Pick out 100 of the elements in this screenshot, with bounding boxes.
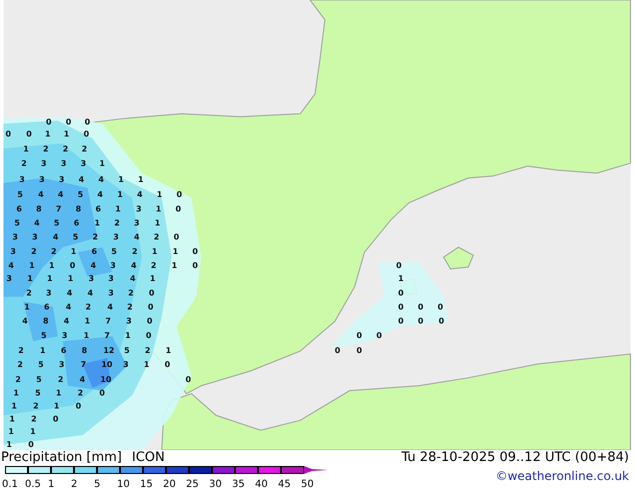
scale-label: 25: [186, 479, 199, 490]
precipitation-value: 7: [56, 204, 62, 214]
precipitation-value: 2: [31, 247, 37, 256]
precipitation-value: 2: [127, 302, 133, 312]
precipitation-value: 8: [36, 204, 42, 214]
precipitation-value: 1: [156, 204, 162, 214]
precipitation-value: 4: [64, 316, 70, 326]
precipitation-value: 8: [82, 346, 88, 356]
precipitation-value: 4: [8, 261, 14, 270]
precipitation-value: 3: [134, 218, 140, 228]
precipitation-value: 1: [64, 129, 70, 138]
precipitation-value: 0: [148, 288, 154, 298]
precipitation-value: 1: [150, 274, 156, 283]
precipitation-value: 5: [72, 232, 78, 242]
precipitation-value: 5: [38, 360, 44, 369]
precipitation-value: 4: [22, 316, 28, 326]
precipitation-value: 2: [78, 388, 84, 398]
precipitation-value: 0: [174, 232, 180, 242]
precipitation-value: 3: [62, 331, 68, 340]
precipitation-value: 3: [58, 360, 64, 369]
precipitation-value: 1: [84, 331, 90, 340]
precipitation-value: 2: [15, 374, 21, 384]
scale-label: 30: [209, 479, 222, 490]
precipitation-value: 1: [398, 274, 404, 283]
precipitation-value: 3: [41, 159, 47, 168]
precipitation-value: 3: [88, 274, 94, 283]
precipitation-value: 0: [396, 261, 402, 270]
precipitation-value: 4: [134, 232, 140, 242]
precipitation-value: 0: [5, 129, 11, 138]
precipitation-value: 2: [21, 159, 27, 168]
precipitation-value: 1: [48, 261, 54, 270]
precipitation-value: 4: [107, 302, 113, 312]
scale-label: 10: [117, 479, 130, 490]
precipitation-value: 1: [27, 274, 33, 283]
precipitation-value: 1: [6, 440, 12, 450]
precipitation-value: 0: [66, 118, 72, 127]
precipitation-value: 1: [45, 129, 51, 138]
precipitation-value: 0: [164, 360, 170, 369]
precipitation-value: 4: [66, 288, 72, 298]
precipitation-value: 1: [125, 331, 131, 340]
precipitation-value: 3: [10, 247, 16, 256]
precipitation-value: 1: [118, 174, 124, 184]
precipitation-value: 1: [8, 427, 14, 436]
precipitation-value: 6: [95, 204, 101, 214]
precipitation-value: 1: [144, 360, 150, 369]
precipitation-value: 6: [92, 247, 98, 256]
precipitation-value: 4: [131, 261, 137, 270]
precipitation-value: 1: [156, 190, 162, 199]
precipitation-value: 4: [38, 190, 44, 199]
precipitation-value: 3: [113, 232, 119, 242]
precipitation-value: 0: [26, 129, 32, 138]
precipitation-value: 0: [46, 118, 52, 127]
precipitation-value: 2: [50, 247, 56, 256]
precipitation-value: 0: [418, 302, 424, 312]
precipitation-value: 10: [100, 374, 112, 384]
precipitation-value: 0: [99, 388, 105, 398]
precipitation-value: 3: [46, 288, 52, 298]
precipitation-value: 1: [152, 247, 158, 256]
precipitation-value: 1: [23, 144, 29, 154]
precipitation-value: 3: [12, 232, 18, 242]
precipitation-value: 2: [82, 144, 88, 154]
precipitation-value: 0: [146, 331, 152, 340]
precipitation-value: 1: [115, 204, 121, 214]
precipitation-value: 1: [99, 159, 105, 168]
precipitation-value: 3: [136, 204, 142, 214]
precipitation-value: 3: [19, 174, 25, 184]
precipitation-value: 1: [9, 414, 15, 424]
precipitation-value: 4: [78, 174, 84, 184]
precipitation-value: 1: [138, 174, 144, 184]
precipitation-value: 5: [41, 331, 47, 340]
precipitation-value: 4: [98, 174, 104, 184]
precipitation-value: 0: [70, 261, 76, 270]
scale-label: 50: [301, 479, 314, 490]
precipitation-value: 3: [108, 274, 114, 283]
precipitation-value: 4: [58, 190, 64, 199]
precipitation-value: 2: [18, 346, 24, 356]
precipitation-value: 1: [154, 218, 160, 228]
precipitation-value: 4: [88, 288, 94, 298]
scale-label: 15: [140, 479, 153, 490]
precipitation-value: 5: [14, 218, 20, 228]
scale-label: 45: [278, 479, 291, 490]
precipitation-value: 4: [97, 190, 103, 199]
precipitation-value: 3: [32, 232, 38, 242]
precipitation-value: 6: [74, 218, 80, 228]
precipitation-value: 12: [103, 346, 114, 356]
precipitation-value: 0: [84, 129, 90, 138]
credit-link[interactable]: ©weatheronline.co.uk: [496, 467, 629, 485]
precipitation-value: 6: [60, 346, 66, 356]
precipitation-value: 5: [111, 247, 117, 256]
scale-label: 0.1: [2, 479, 18, 490]
precipitation-value: 5: [35, 388, 41, 398]
precipitation-value: 2: [86, 302, 92, 312]
precipitation-value: 1: [54, 401, 60, 410]
scale-label: 5: [94, 479, 100, 490]
precipitation-value: 1: [47, 274, 53, 283]
legend-title: Precipitation [mm]: [1, 451, 122, 464]
precipitation-value: 1: [56, 388, 62, 398]
precipitation-value: 3: [60, 159, 66, 168]
precipitation-value: 5: [17, 190, 23, 199]
precipitation-value: 1: [29, 261, 35, 270]
